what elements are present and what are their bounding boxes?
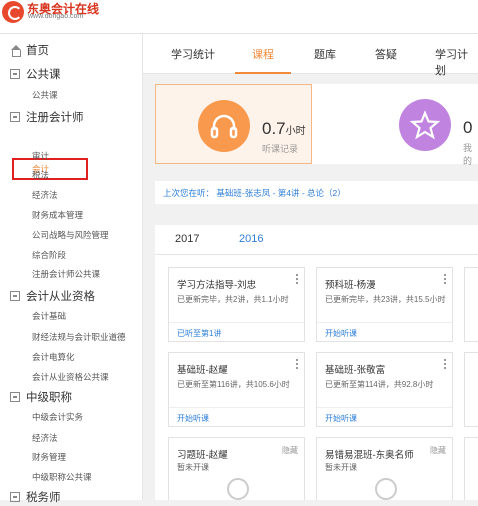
stats-panel: 0.7小时 听课记录 0 我的: [155, 84, 478, 166]
sidebar: 首页 公共课 公共课 注册会计师 会计 审计 税法 经济法 财务成本管理 公司战…: [0, 34, 143, 504]
listen-stat-card[interactable]: 0.7小时 听课记录: [155, 84, 312, 164]
course-card[interactable]: 习题班-赵耀 隐藏 暂未开课: [168, 437, 305, 500]
sidebar-section-intermediate[interactable]: 中级职称: [10, 388, 72, 406]
tab-study-stats[interactable]: 学习统计: [171, 46, 215, 74]
course-card[interactable]: 预科班-杨漫 已更新完毕，共23讲，共15.5小时 开始听课: [316, 267, 453, 342]
hide-button[interactable]: 隐藏: [282, 445, 298, 456]
year-tabs: 2017 2016: [155, 225, 478, 255]
sidebar-item-intermediate-public[interactable]: 中级职称公共课: [32, 470, 92, 484]
section-label: 公共课: [26, 69, 61, 81]
top-bar: 东奥会计在线 www.dongao.com: [0, 0, 478, 34]
tab-question-bank[interactable]: 题库: [314, 46, 336, 74]
year-tab-2017[interactable]: 2017: [175, 233, 199, 245]
listen-hours-value: 0.7: [262, 119, 286, 138]
sidebar-item-qual-public[interactable]: 会计从业资格公共课: [32, 370, 109, 384]
main-tabs: 学习统计 课程 题库 答疑 学习计划: [143, 34, 478, 77]
tab-courses[interactable]: 课程: [235, 46, 291, 74]
tab-study-plan[interactable]: 学习计划: [435, 46, 478, 77]
collapse-icon: [10, 291, 20, 301]
course-card-partial[interactable]: [464, 437, 478, 500]
logo-icon[interactable]: [2, 1, 24, 23]
last-visit-link[interactable]: 上次您在听： 基础班-张志凤 - 第4讲 - 总论（2）: [163, 187, 346, 199]
section-label: 中级职称: [26, 392, 72, 404]
sidebar-item-tax[interactable]: 税法: [32, 168, 49, 182]
section-label: 税务师: [26, 492, 61, 504]
collapse-icon: [10, 112, 20, 122]
more-icon[interactable]: [296, 359, 299, 370]
sidebar-section-tax-agent[interactable]: 税务师: [10, 488, 61, 506]
listen-label: 听课记录: [262, 144, 299, 154]
sidebar-item-strategy[interactable]: 公司战略与风险管理: [32, 228, 109, 242]
sidebar-item-intermediate-law[interactable]: 经济法: [32, 431, 58, 445]
course-title: 基础班-赵耀: [177, 365, 228, 376]
course-action-link[interactable]: 开始听课: [325, 413, 357, 424]
home-icon: [10, 44, 21, 57]
sidebar-item-cpa-public[interactable]: 注册会计师公共课: [32, 267, 100, 281]
sidebar-section-cpa[interactable]: 注册会计师: [10, 108, 84, 126]
brand-url: www.dongao.com: [28, 13, 84, 20]
sidebar-item-public-course[interactable]: 公共课: [32, 88, 58, 102]
course-progress: 已更新至第114讲，共92.8小时: [325, 380, 434, 389]
sidebar-section-public[interactable]: 公共课: [10, 65, 61, 83]
course-action: 已听至第1讲: [169, 322, 304, 342]
sidebar-home[interactable]: 首页: [10, 41, 49, 59]
course-action: 开始听课: [169, 407, 304, 427]
more-icon[interactable]: [444, 359, 447, 370]
sidebar-item-finance-regulations[interactable]: 财经法规与会计职业道德: [32, 330, 126, 344]
course-progress: 已更新完毕，共2讲，共1.1小时: [177, 295, 289, 304]
star-icon[interactable]: [399, 99, 451, 151]
tab-qa[interactable]: 答疑: [375, 46, 397, 74]
course-title: 预科班-杨漫: [325, 280, 376, 291]
course-card[interactable]: 基础班-张敬富 已更新至第114讲，共92.8小时 开始听课: [316, 352, 453, 427]
sidebar-item-audit[interactable]: 审计: [32, 149, 49, 163]
course-status: 暂未开课: [177, 463, 209, 472]
course-card-partial[interactable]: [464, 352, 478, 427]
sidebar-item-computerized-accounting[interactable]: 会计电算化: [32, 350, 75, 364]
course-action-link[interactable]: 开始听课: [177, 413, 209, 424]
section-label: 会计从业资格: [26, 291, 95, 303]
course-action: 开始听课: [317, 322, 452, 342]
course-action-link[interactable]: 已听至第1讲: [177, 328, 221, 339]
course-action: 开始听课: [317, 407, 452, 427]
headphones-icon: [198, 100, 250, 152]
course-status: 暂未开课: [325, 463, 357, 472]
listen-hours: 0.7小时: [262, 119, 306, 139]
sidebar-home-label: 首页: [26, 45, 49, 57]
year-tab-2016[interactable]: 2016: [239, 233, 263, 245]
course-card[interactable]: 易错易混班-东奥名师 隐藏 暂未开课: [316, 437, 453, 500]
sidebar-item-financial-management[interactable]: 财务管理: [32, 450, 66, 464]
second-stat-value: 0: [463, 118, 473, 137]
sidebar-item-accounting-basics[interactable]: 会计基础: [32, 309, 66, 323]
course-action-link[interactable]: 开始听课: [325, 328, 357, 339]
course-card-partial[interactable]: [464, 267, 478, 342]
hide-button[interactable]: 隐藏: [430, 445, 446, 456]
stopwatch-icon: [227, 478, 249, 500]
sidebar-section-accounting-qual[interactable]: 会计从业资格: [10, 287, 95, 305]
listen-hours-unit: 小时: [285, 126, 306, 137]
sidebar-item-economic-law[interactable]: 经济法: [32, 188, 58, 202]
course-title: 易错易混班-东奥名师: [325, 450, 414, 461]
second-stat-label: 我的: [463, 143, 473, 166]
collapse-icon: [10, 69, 20, 79]
course-progress: 已更新至第116讲，共105.6小时: [177, 380, 290, 389]
section-label: 注册会计师: [26, 112, 84, 124]
course-title: 基础班-张敬富: [325, 365, 386, 376]
sidebar-item-comprehensive[interactable]: 综合阶段: [32, 248, 66, 262]
course-progress: 已更新完毕，共23讲，共15.5小时: [325, 295, 446, 304]
course-card[interactable]: 基础班-赵耀 已更新至第116讲，共105.6小时 开始听课: [168, 352, 305, 427]
stopwatch-icon: [375, 478, 397, 500]
collapse-icon: [10, 492, 20, 502]
sidebar-item-intermediate-practice[interactable]: 中级会计实务: [32, 410, 83, 424]
last-visit-bar: 上次您在听： 基础班-张志凤 - 第4讲 - 总论（2）: [155, 180, 478, 204]
sidebar-item-accounting[interactable]: 会计: [12, 158, 88, 180]
collapse-icon: [10, 392, 20, 402]
more-icon[interactable]: [296, 274, 299, 285]
course-title: 习题班-赵耀: [177, 450, 228, 461]
course-title: 学习方法指导-刘忠: [177, 280, 257, 291]
course-card[interactable]: 学习方法指导-刘忠 已更新完毕，共2讲，共1.1小时 已听至第1讲: [168, 267, 305, 342]
more-icon[interactable]: [444, 274, 447, 285]
sidebar-item-financial-cost[interactable]: 财务成本管理: [32, 208, 83, 222]
